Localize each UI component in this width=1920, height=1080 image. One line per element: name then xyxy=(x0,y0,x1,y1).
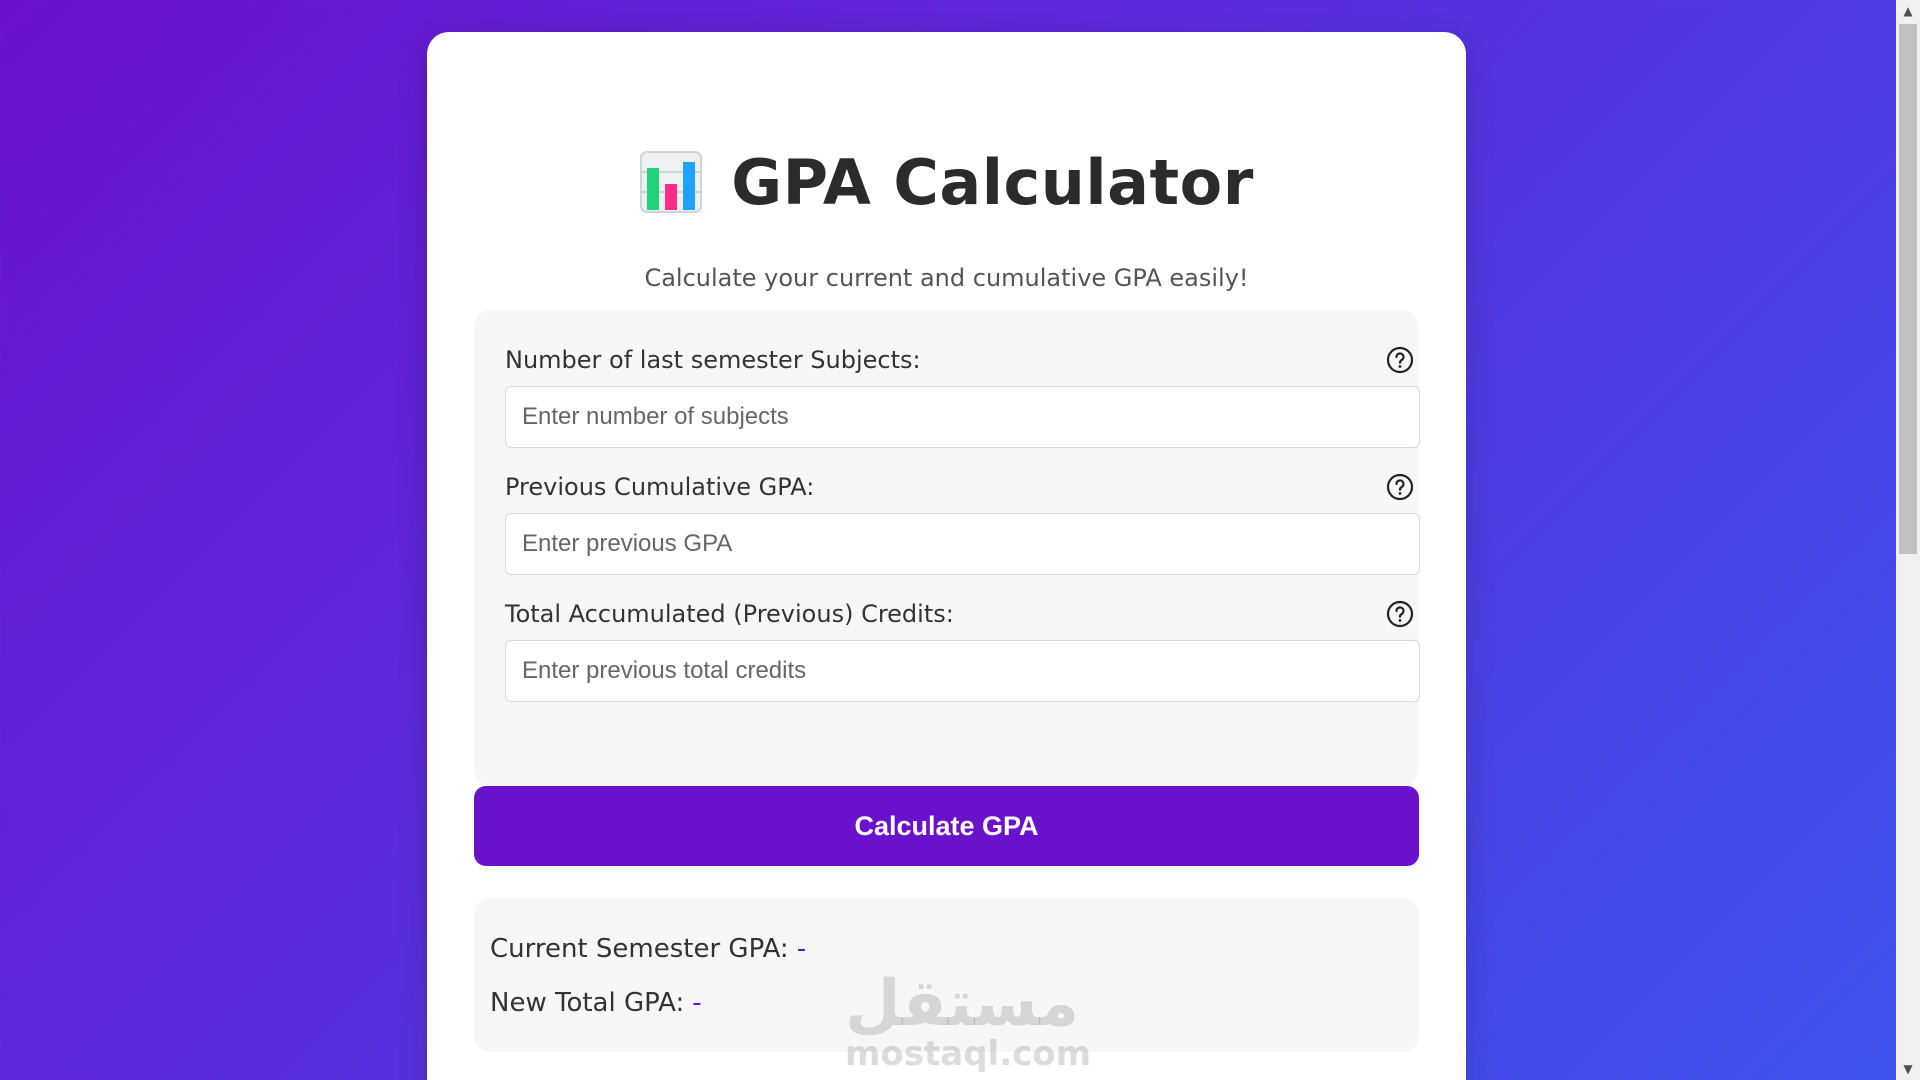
previous-credits-field-group: Total Accumulated (Previous) Credits: xyxy=(505,594,1420,702)
total-gpa-value: - xyxy=(692,988,702,1018)
input-form-panel: Number of last semester Subjects: Previo… xyxy=(474,310,1420,786)
current-gpa-label: Current Semester GPA: xyxy=(490,934,789,964)
current-gpa-value: - xyxy=(796,934,807,964)
previous-gpa-field-group: Previous Cumulative GPA: xyxy=(505,467,1420,575)
previous-gpa-input[interactable] xyxy=(505,513,1420,575)
bar-chart-icon xyxy=(639,150,703,214)
subjects-field-group: Number of last semester Subjects: xyxy=(505,340,1420,448)
subjects-input[interactable] xyxy=(505,386,1420,448)
scroll-up-arrow-icon[interactable]: ▲ xyxy=(1896,0,1920,22)
total-gpa-label: New Total GPA: xyxy=(490,988,685,1018)
question-circle-icon[interactable] xyxy=(1386,346,1414,374)
page-title: GPA Calculator xyxy=(731,145,1254,219)
question-circle-icon[interactable] xyxy=(1386,473,1414,501)
previous-credits-input[interactable] xyxy=(505,640,1420,702)
previous-credits-label: Total Accumulated (Previous) Credits: xyxy=(505,600,954,628)
question-circle-icon[interactable] xyxy=(1386,600,1414,628)
page-header: GPA Calculator xyxy=(427,132,1466,232)
calculate-gpa-button[interactable]: Calculate GPA xyxy=(474,786,1419,866)
calculator-card: GPA Calculator Calculate your current an… xyxy=(427,32,1466,1080)
subjects-label: Number of last semester Subjects: xyxy=(505,346,921,374)
page-subtitle: Calculate your current and cumulative GP… xyxy=(644,264,1249,292)
current-gpa-result: Current Semester GPA: - xyxy=(490,934,806,964)
total-gpa-result: New Total GPA: - xyxy=(490,988,702,1018)
scroll-down-arrow-icon[interactable]: ▼ xyxy=(1896,1058,1920,1080)
results-panel: Current Semester GPA: - New Total GPA: - xyxy=(474,898,1419,1052)
previous-gpa-label: Previous Cumulative GPA: xyxy=(505,473,815,501)
scrollbar-thumb[interactable] xyxy=(1899,24,1917,554)
vertical-scrollbar[interactable]: ▲ ▼ xyxy=(1896,0,1920,1080)
